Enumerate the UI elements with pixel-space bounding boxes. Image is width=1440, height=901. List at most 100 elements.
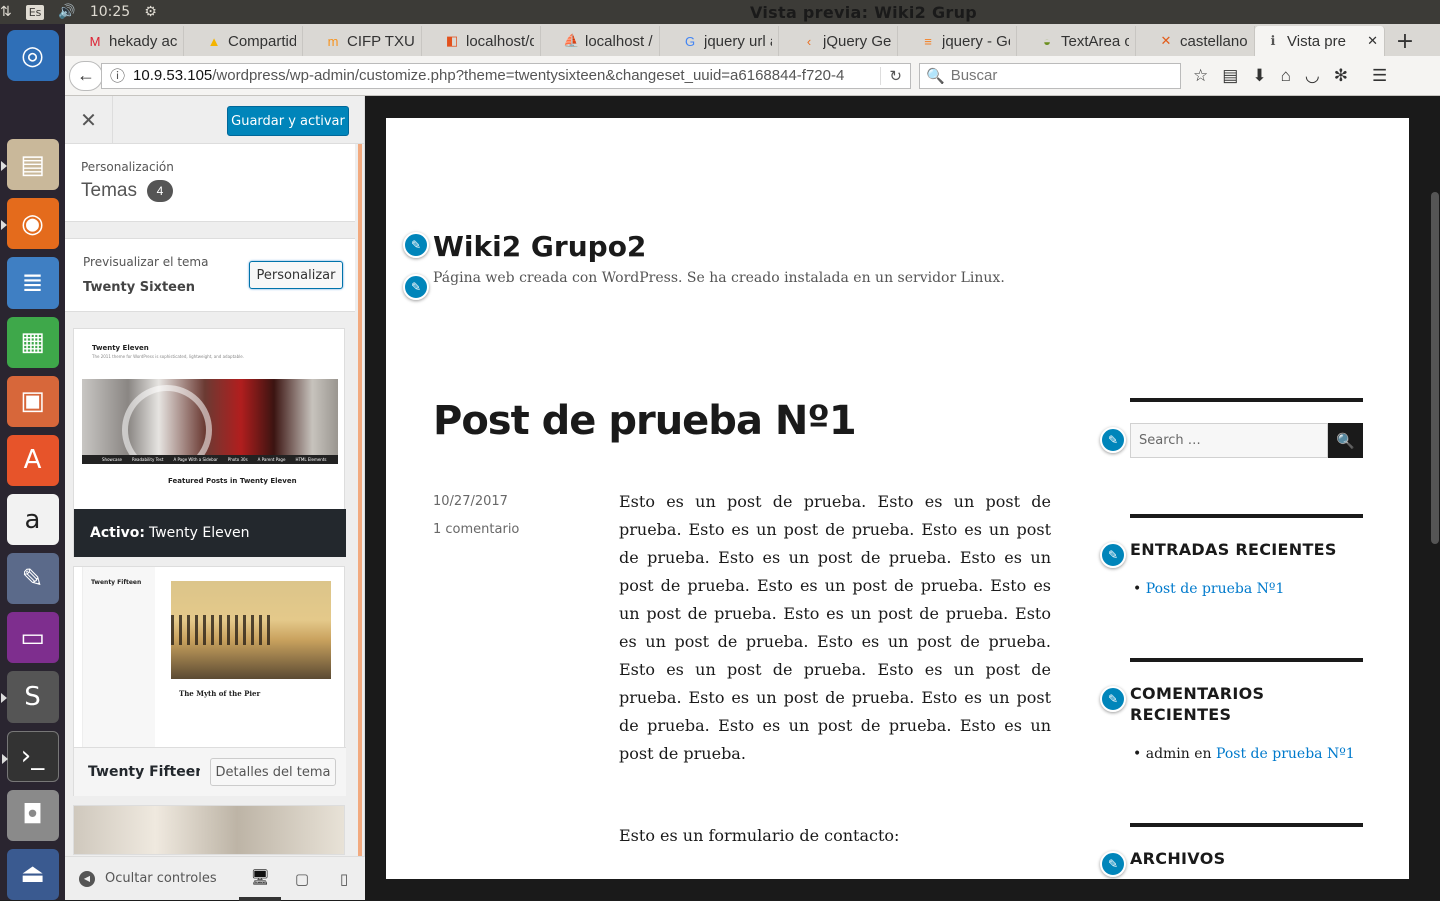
sidebar-scrollbar[interactable] [358, 144, 362, 856]
close-tab-icon[interactable]: ✕ [1367, 33, 1378, 49]
tab-jquery-get[interactable]: ‹ jQuery Get [779, 26, 898, 56]
reload-icon[interactable]: ↻ [880, 66, 910, 85]
hide-controls-button[interactable]: ◀ Ocultar controles [65, 870, 239, 887]
firefox-icon[interactable]: ◉ [0, 198, 59, 250]
theme-card-twenty-eleven[interactable]: Twenty Eleven The 2011 theme for WordPre… [73, 328, 346, 557]
theme-count-badge: 4 [146, 180, 173, 202]
theme-details-button[interactable]: Detalles del tema [210, 758, 336, 786]
new-tab-button[interactable]: + [1385, 26, 1425, 56]
tab-castellano[interactable]: ✕ castellano [1136, 26, 1255, 56]
theme-card-next[interactable] [73, 805, 345, 855]
camera-icon[interactable]: ◘ [6, 789, 59, 841]
recent-posts-list: • Post de prueba Nº1 [1133, 581, 1285, 597]
customize-button[interactable]: Personalizar [249, 261, 343, 289]
post-title[interactable]: Post de prueba Nº1 [433, 398, 857, 444]
hamburger-menu-icon[interactable]: ☰ [1372, 66, 1387, 86]
software-center-icon[interactable]: A [6, 434, 59, 486]
gear-icon[interactable]: ⚙ [144, 4, 157, 20]
home-icon[interactable]: ⌂ [1281, 66, 1291, 86]
network-icon[interactable]: ⇅ [0, 4, 12, 20]
thumb-menu-item: Photo 30s [227, 457, 248, 462]
tab-label: Vista pre [1287, 32, 1346, 50]
tab-moodle[interactable]: m CIFP TXURD [303, 26, 422, 56]
settings-icon[interactable]: ✎ [6, 553, 59, 605]
thumb-heading: Featured Posts in Twenty Eleven [168, 477, 297, 485]
preview-scrollbar[interactable] [1431, 192, 1439, 544]
recent-comments-list: • admin en Post de prueba Nº1 [1133, 746, 1355, 762]
desktop-preview-icon[interactable]: 🖥 [239, 857, 281, 901]
widget-search-input[interactable]: Search … [1130, 423, 1328, 458]
tab-active-preview[interactable]: ℹ Vista pre ✕ [1255, 26, 1385, 56]
active-prefix: Activo: [90, 525, 145, 541]
hide-controls-label: Ocultar controles [105, 871, 217, 886]
theme-card-twenty-fifteen[interactable]: Twenty Fifteen The Myth of the Pier Twen… [73, 566, 346, 796]
close-customizer-button[interactable]: ✕ [65, 96, 113, 143]
ubuntu-dash-icon[interactable]: ◎ [6, 30, 59, 82]
customizer-footer: ◀ Ocultar controles 🖥 ▢ ▯ [65, 856, 365, 901]
comment-connector: en [1194, 746, 1212, 762]
back-button[interactable]: ← [69, 60, 103, 91]
tab-label: CIFP TXURD [347, 32, 415, 50]
widget-divider [1130, 514, 1363, 518]
section-title: Temas [81, 180, 137, 201]
edit-site-title-icon[interactable]: ✎ [403, 232, 429, 258]
save-and-activate-button[interactable]: Guardar y activar [227, 106, 349, 136]
bookmark-star-icon[interactable]: ☆ [1193, 66, 1208, 86]
volume-icon[interactable]: 🔊 [58, 4, 75, 20]
edit-search-widget-icon[interactable]: ✎ [1100, 427, 1126, 453]
wordpress-icon: ℹ [1270, 33, 1276, 48]
post-comments-link[interactable]: 1 comentario [433, 522, 519, 537]
download-icon[interactable]: ⬇ [1252, 66, 1266, 86]
comment-post-link[interactable]: Post de prueba Nº1 [1216, 746, 1355, 762]
post-date[interactable]: 10/27/2017 [433, 494, 508, 509]
sublime-icon[interactable]: S [0, 671, 59, 723]
pocket-icon[interactable]: ◡ [1305, 66, 1320, 86]
thumb-menu-item: HTML Elements [295, 457, 327, 462]
edit-archives-icon[interactable]: ✎ [1100, 851, 1126, 877]
edit-recent-posts-icon[interactable]: ✎ [1100, 542, 1126, 568]
writer-icon[interactable]: ≣ [6, 257, 59, 309]
tablet-preview-icon[interactable]: ▢ [281, 857, 323, 901]
mobile-preview-icon[interactable]: ▯ [323, 857, 365, 901]
edit-site-description-icon[interactable]: ✎ [403, 274, 429, 300]
contact-form-intro: Esto es un formulario de contacto: [619, 826, 900, 845]
hero-image [82, 379, 338, 475]
clock[interactable]: 10:25 [90, 4, 130, 20]
theme-name: Twenty Fifteen [88, 764, 200, 780]
archives-title: ARCHIVOS [1130, 849, 1226, 868]
site-title[interactable]: Wiki2 Grupo2 [433, 230, 646, 263]
extension-icon[interactable]: ✻ [1334, 66, 1348, 86]
usb-drive-icon[interactable]: ⏏ [6, 848, 59, 900]
tab-textarea[interactable]: ◒ TextArea co [1017, 26, 1136, 56]
tab-localhost-2[interactable]: ⛵ localhost / [541, 26, 660, 56]
tab-drive[interactable]: ▲ Compartido [184, 26, 303, 56]
info-icon[interactable]: ⓘ [110, 65, 125, 86]
terminal-icon[interactable]: ›_ [1, 730, 59, 782]
tab-stackoverflow[interactable]: ≡ jquery - Get [898, 26, 1017, 56]
theme-screenshot [74, 806, 344, 854]
workspace-icon[interactable]: ▭ [6, 612, 59, 664]
tab-label: jQuery Get [823, 32, 891, 50]
thumb-menu-item: A Page With a Sidebar [173, 457, 218, 462]
thumb-menu: Showcase Readability Test A Page With a … [82, 455, 338, 464]
reading-list-icon[interactable]: ▤ [1222, 66, 1238, 86]
keyboard-layout-indicator[interactable]: Es [25, 4, 45, 20]
tab-localhost-1[interactable]: ◧ localhost/d [422, 26, 541, 56]
impress-icon[interactable]: ▣ [6, 375, 59, 427]
edit-recent-comments-icon[interactable]: ✎ [1100, 686, 1126, 712]
search-box[interactable]: 🔍 Buscar [919, 62, 1181, 89]
amazon-icon[interactable]: a [6, 493, 59, 546]
phpmyadmin-icon: ⛵ [563, 33, 580, 48]
section-label: Personalización [81, 160, 174, 174]
comment-author: admin [1145, 746, 1190, 762]
tab-google[interactable]: Gjquery url a [660, 26, 779, 56]
url-bar[interactable]: ⓘ 10.9.53.105/wordpress/wp-admin/customi… [101, 62, 911, 89]
x-icon: ✕ [1160, 33, 1172, 48]
tab-strip: Mhekady aca ▲ Compartido m CIFP TXURD ◧ loc… [65, 24, 1440, 56]
customizer-sidebar: ✕ Guardar y activar Personalización Tema… [65, 96, 365, 901]
file-manager-icon[interactable]: ▤ [0, 139, 59, 191]
calc-icon[interactable]: ▦ [6, 316, 59, 368]
widget-search-button[interactable]: 🔍 [1328, 423, 1363, 458]
tab-gmail[interactable]: Mhekady aca [65, 26, 184, 56]
recent-post-link[interactable]: Post de prueba Nº1 [1146, 581, 1285, 597]
